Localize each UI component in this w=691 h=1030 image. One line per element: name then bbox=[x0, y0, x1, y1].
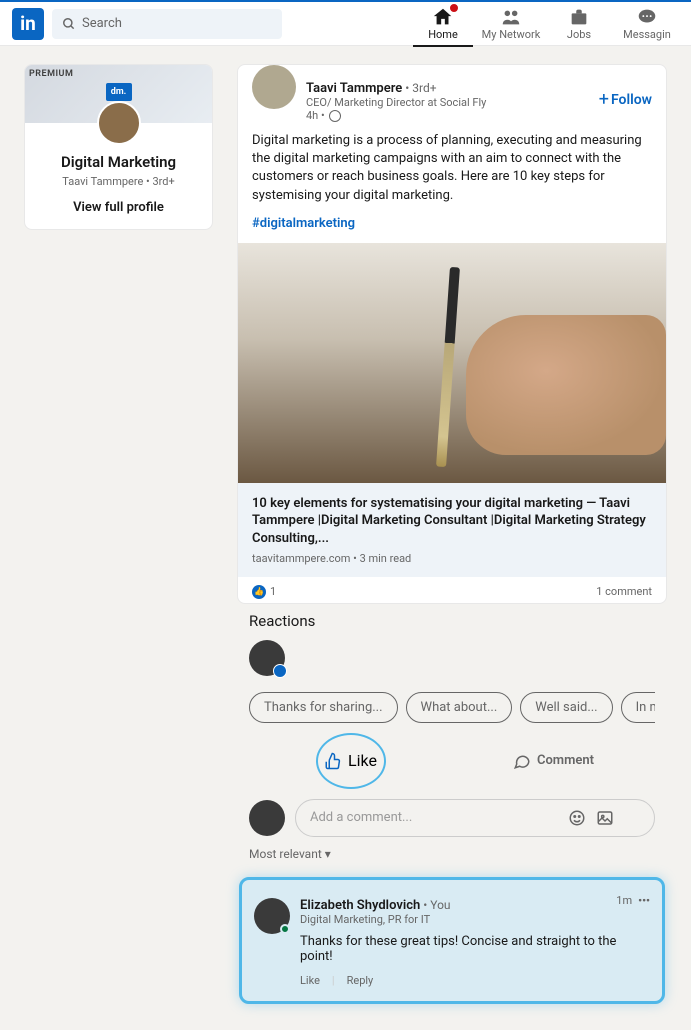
article-title: 10 key elements for systematising your d… bbox=[252, 495, 652, 548]
post-text: Digital marketing is a process of planni… bbox=[252, 133, 642, 203]
profile-name: Digital Marketing bbox=[35, 153, 202, 171]
reactor-avatar[interactable] bbox=[249, 640, 285, 676]
sort-dropdown[interactable]: Most relevant ▾ bbox=[249, 847, 655, 861]
like-badge-icon bbox=[273, 664, 287, 678]
nav-network[interactable]: My Network bbox=[479, 6, 543, 41]
thumbs-up-icon bbox=[324, 752, 342, 770]
comment-item: Elizabeth Shydlovich • You Digital Marke… bbox=[239, 877, 665, 1004]
like-button[interactable]: Like bbox=[316, 733, 386, 789]
comment-input[interactable]: Add a comment... bbox=[295, 799, 655, 837]
like-icon: 👍 bbox=[252, 585, 266, 599]
search-icon bbox=[62, 17, 76, 31]
globe-icon bbox=[329, 110, 341, 122]
article-source: taavitammpere.com • 3 min read bbox=[252, 552, 652, 565]
top-nav: in Search Home My Network Jobs bbox=[0, 0, 691, 46]
emoji-icon[interactable] bbox=[568, 809, 586, 827]
view-profile-link[interactable]: View full profile bbox=[35, 200, 202, 215]
messaging-icon bbox=[636, 6, 658, 28]
author-avatar[interactable] bbox=[252, 65, 296, 109]
you-label: • You bbox=[420, 898, 450, 912]
article-image[interactable] bbox=[238, 243, 666, 483]
article-card[interactable]: 10 key elements for systematising your d… bbox=[238, 483, 666, 577]
more-icon[interactable]: ••• bbox=[638, 894, 650, 907]
follow-button[interactable]: +Follow bbox=[599, 77, 652, 122]
feed-post: Taavi Tammpere • 3rd+ CEO/ Marketing Dir… bbox=[237, 64, 667, 604]
author-name[interactable]: Taavi Tammpere bbox=[306, 81, 402, 96]
commenter-avatar[interactable] bbox=[254, 898, 290, 934]
suggestion-pill[interactable]: In my opinio... bbox=[621, 692, 655, 723]
presence-indicator bbox=[280, 924, 290, 934]
suggestion-pill[interactable]: What about... bbox=[406, 692, 513, 723]
search-placeholder: Search bbox=[82, 16, 122, 31]
comments-count[interactable]: 1 comment bbox=[596, 585, 652, 598]
network-icon bbox=[500, 6, 522, 28]
profile-banner: PREMIUM dm. bbox=[25, 65, 212, 123]
post-time: 4h • bbox=[306, 109, 599, 122]
hashtag-link[interactable]: #digitalmarketing bbox=[252, 215, 652, 233]
jobs-icon bbox=[568, 6, 590, 28]
reactions-heading: Reactions bbox=[249, 612, 655, 630]
suggestion-pill[interactable]: Well said... bbox=[520, 692, 612, 723]
suggestion-pill[interactable]: Thanks for sharing... bbox=[249, 692, 398, 723]
premium-badge: PREMIUM bbox=[29, 69, 73, 79]
author-title: CEO/ Marketing Director at Social Fly bbox=[306, 96, 599, 109]
comment-time: 1m bbox=[616, 894, 632, 907]
profile-avatar bbox=[97, 101, 141, 145]
nav-jobs[interactable]: Jobs bbox=[547, 6, 611, 41]
comment-text: Thanks for these great tips! Concise and… bbox=[300, 934, 650, 964]
reactions-count[interactable]: 👍1 bbox=[252, 585, 276, 599]
profile-card[interactable]: PREMIUM dm. Digital Marketing Taavi Tamm… bbox=[24, 64, 213, 230]
comment-reply-button[interactable]: Reply bbox=[347, 974, 374, 987]
nav-messaging[interactable]: Messagin bbox=[615, 6, 679, 41]
home-icon bbox=[432, 6, 454, 28]
connection-degree: • 3rd+ bbox=[402, 81, 436, 95]
profile-subtitle: Taavi Tammpere • 3rd+ bbox=[35, 175, 202, 188]
image-icon[interactable] bbox=[596, 809, 614, 827]
search-input[interactable]: Search bbox=[52, 9, 282, 39]
linkedin-logo[interactable]: in bbox=[12, 8, 44, 40]
comment-button[interactable]: Comment bbox=[452, 733, 655, 789]
suggested-replies: Thanks for sharing... What about... Well… bbox=[249, 692, 655, 723]
commenter-name[interactable]: Elizabeth Shydlovich bbox=[300, 898, 420, 913]
commenter-title: Digital Marketing, PR for IT bbox=[300, 913, 451, 926]
comment-icon bbox=[513, 752, 531, 770]
nav-home[interactable]: Home bbox=[411, 6, 475, 41]
comment-like-button[interactable]: Like bbox=[300, 974, 320, 987]
company-logo: dm. bbox=[106, 83, 132, 101]
notification-badge bbox=[449, 3, 459, 13]
user-avatar bbox=[249, 800, 285, 836]
